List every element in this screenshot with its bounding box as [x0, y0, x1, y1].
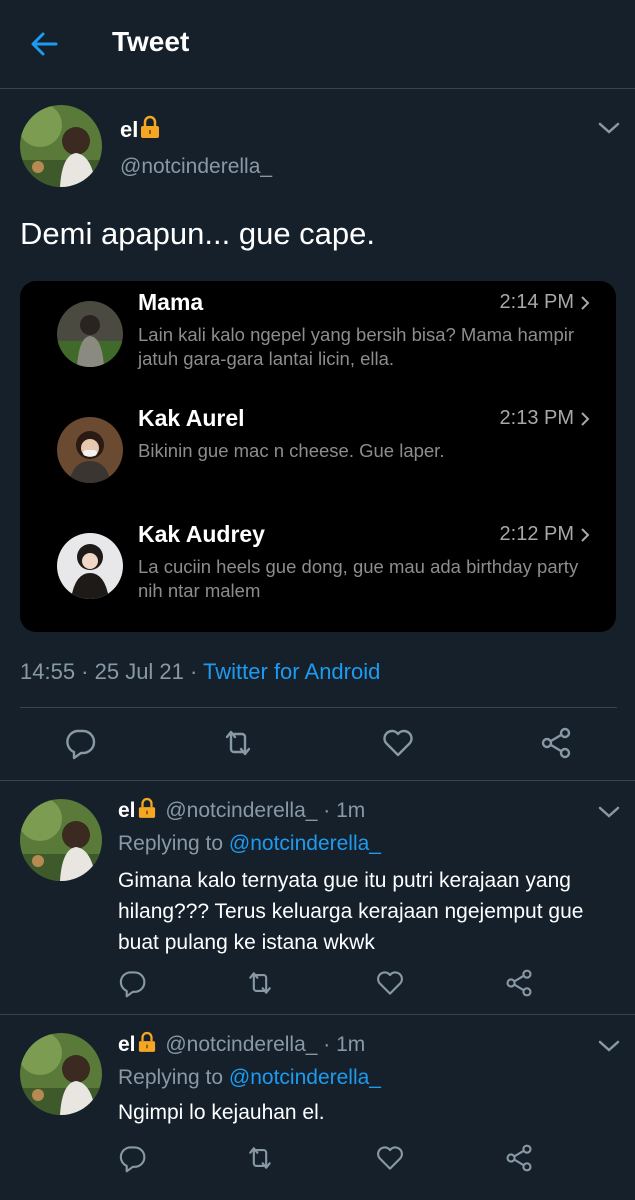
retweet-icon[interactable]	[245, 968, 275, 998]
replying-to: Replying to @notcinderella_	[118, 1066, 381, 1090]
mention-link[interactable]: @notcinderella_	[229, 1066, 381, 1089]
lock-icon	[140, 115, 160, 144]
lock-icon	[138, 1031, 156, 1059]
reply-icon[interactable]	[117, 968, 147, 998]
author-name[interactable]: el	[120, 117, 138, 142]
author-handle[interactable]: @notcinderella_	[165, 799, 317, 822]
reply-time: · 1m	[317, 1033, 366, 1056]
reply-tweet[interactable]: el @notcinderella_ · 1m Replying to @not…	[0, 781, 635, 1014]
contact-avatar	[57, 417, 123, 483]
tweet-text: Demi apapun... gue cape.	[20, 216, 376, 251]
reply-text: Gimana kalo ternyata gue itu putri keraj…	[118, 869, 584, 954]
retweet-icon[interactable]	[245, 1143, 275, 1173]
message-time: 2:13 PM	[499, 407, 574, 429]
reply-header: el @notcinderella_ · 1m	[118, 797, 365, 825]
chevron-down-icon[interactable]	[598, 1039, 620, 1053]
replying-to: Replying to @notcinderella_	[118, 832, 381, 856]
avatar[interactable]	[20, 105, 102, 187]
message-row[interactable]: Mama 2:14 PM Lain kali kalo ngepel yang …	[20, 281, 616, 397]
chevron-right-icon	[580, 295, 590, 311]
message-preview: Lain kali kalo ngepel yang bersih bisa? …	[138, 324, 575, 369]
message-time: 2:14 PM	[499, 291, 574, 313]
retweet-icon[interactable]	[221, 726, 255, 760]
heart-icon[interactable]	[381, 726, 415, 760]
reply-icon[interactable]	[117, 1143, 147, 1173]
reply-text: Ngimpi lo kejauhan el.	[118, 1101, 325, 1124]
author-handle[interactable]: @notcinderella_	[165, 1033, 317, 1056]
source-link[interactable]: Twitter for Android	[203, 659, 380, 684]
avatar[interactable]	[20, 1033, 102, 1115]
share-icon[interactable]	[539, 726, 573, 760]
message-screenshot-card[interactable]: Mama 2:14 PM Lain kali kalo ngepel yang …	[20, 281, 616, 632]
contact-name: Kak Aurel	[138, 405, 245, 431]
tweet-meta: 14:55 · 25 Jul 21 · Twitter for Android	[20, 659, 380, 685]
mention-link[interactable]: @notcinderella_	[229, 832, 381, 855]
message-preview: La cuciin heels gue dong, gue mau ada bi…	[138, 556, 579, 601]
chevron-down-icon[interactable]	[598, 805, 620, 819]
share-icon[interactable]	[504, 968, 534, 998]
avatar[interactable]	[20, 799, 102, 881]
lock-icon	[138, 797, 156, 825]
share-icon[interactable]	[504, 1143, 534, 1173]
contact-name: Mama	[138, 289, 204, 315]
chevron-down-icon[interactable]	[598, 121, 620, 135]
page-title: Tweet	[112, 26, 190, 57]
author-handle[interactable]: @notcinderella_	[120, 155, 272, 179]
divider	[20, 707, 617, 708]
tweet-timestamp: 14:55 · 25 Jul 21 ·	[20, 659, 204, 684]
reply-icon[interactable]	[63, 726, 97, 760]
chevron-right-icon	[580, 411, 590, 427]
contact-name: Kak Audrey	[138, 521, 265, 547]
author-name[interactable]: el	[118, 799, 136, 822]
top-bar: Tweet	[0, 0, 635, 89]
author-name-line: el	[120, 115, 160, 144]
message-preview: Bikinin gue mac n cheese. Gue laper.	[138, 440, 445, 461]
message-time: 2:12 PM	[499, 523, 574, 545]
author-name[interactable]: el	[118, 1033, 136, 1056]
message-row[interactable]: Kak Aurel 2:13 PM Bikinin gue mac n chee…	[20, 397, 616, 513]
replying-label: Replying to	[118, 1066, 229, 1089]
contact-avatar	[57, 533, 123, 599]
reply-tweet[interactable]: el @notcinderella_ · 1m Replying to @not…	[0, 1015, 635, 1200]
message-row[interactable]: Kak Audrey 2:12 PM La cuciin heels gue d…	[20, 513, 616, 629]
reply-time: · 1m	[317, 799, 366, 822]
replying-label: Replying to	[118, 832, 229, 855]
heart-icon[interactable]	[375, 968, 405, 998]
contact-avatar	[57, 301, 123, 367]
back-arrow-icon[interactable]	[26, 26, 62, 62]
heart-icon[interactable]	[375, 1143, 405, 1173]
chevron-right-icon	[580, 527, 590, 543]
reply-header: el @notcinderella_ · 1m	[118, 1031, 365, 1059]
